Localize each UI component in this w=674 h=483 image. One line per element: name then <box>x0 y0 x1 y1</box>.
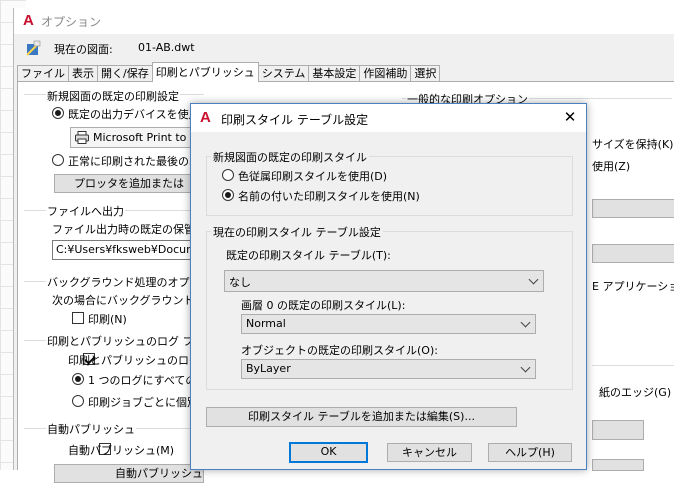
add-edit-style-table-button[interactable]: 印刷スタイル テーブルを追加または編集(S)... <box>206 407 517 427</box>
object-style-value: ByLayer <box>246 362 291 375</box>
radio-single-log[interactable] <box>72 373 84 385</box>
tab-open-save[interactable]: 開く/保存 <box>97 65 153 82</box>
autocad-logo-icon: A <box>200 109 211 126</box>
default-style-table-label: 既定の印刷スタイル テーブル(T): <box>226 249 391 262</box>
autocad-logo-icon: A <box>23 12 34 29</box>
divider <box>592 365 674 366</box>
radio-color-dependent[interactable] <box>222 169 234 181</box>
radio-use-default-device[interactable] <box>52 107 64 119</box>
ok-button[interactable]: OK <box>289 442 368 463</box>
close-icon[interactable]: ✕ <box>561 108 579 126</box>
object-style-select[interactable]: ByLayer <box>241 359 536 379</box>
file-output-title: ファイルへ出力 <box>46 203 125 219</box>
printer-icon <box>75 131 89 144</box>
layer0-style-select[interactable]: Normal <box>241 314 536 334</box>
tab-plot-publish[interactable]: 印刷とパブリッシュ <box>151 62 259 82</box>
tab-files[interactable]: ファイル <box>17 65 69 82</box>
new-drawing-style-group <box>206 156 573 216</box>
radio-use-default-device-label: 既定の出力デバイスを使用 <box>68 108 200 121</box>
auto-publish-title: 自動パブリッシュ <box>46 421 136 437</box>
dialog-title: 印刷スタイル テーブル設定 <box>221 113 369 127</box>
radio-use-last-plot-label: 正常に印刷された最後の印 <box>68 155 200 168</box>
file-output-location-label: ファイル出力時の既定の保管場 <box>52 223 206 236</box>
object-style-label: オブジェクトの既定の印刷スタイル(O): <box>241 344 438 357</box>
use-option-label: 使用(Z) <box>592 160 631 173</box>
right-panel-button-1[interactable] <box>592 199 674 218</box>
new-drawing-style-legend: 新規図面の既定の印刷スタイル <box>211 149 369 165</box>
output-device-select[interactable]: Microsoft Print to F <box>70 127 204 148</box>
tab-display[interactable]: 表示 <box>68 65 98 82</box>
radio-named-styles[interactable] <box>222 189 234 201</box>
radio-use-last-plot[interactable] <box>52 154 64 166</box>
radio-per-job-log[interactable] <box>72 395 84 407</box>
options-tabbar: ファイル 表示 開く/保存 印刷とパブリッシュ システム 基本設定 作図補助 選… <box>17 62 441 82</box>
tab-system[interactable]: システム <box>257 65 310 82</box>
add-plotter-button[interactable]: プロッタを追加または <box>54 174 204 193</box>
ole-application-label: E アプリケーションを <box>592 280 674 293</box>
layer0-style-value: Normal <box>246 317 286 330</box>
output-device-value: Microsoft Print to F <box>93 131 197 144</box>
tab-user-preferences[interactable]: 基本設定 <box>308 65 361 82</box>
file-output-path-field[interactable]: C:¥Users¥fksweb¥Documen <box>52 240 204 260</box>
plot-style-table-settings-dialog: A 印刷スタイル テーブル設定 ✕ 新規図面の既定の印刷スタイル 色従属印刷スタ… <box>190 103 587 470</box>
right-panel-button-2[interactable] <box>592 244 674 263</box>
layer0-style-label: 画層 0 の既定の印刷スタイル(L): <box>241 299 406 312</box>
default-style-table-value: なし <box>229 276 251 289</box>
paper-edge-label: 紙のエッジ(G) <box>599 386 672 399</box>
drawing-file-icon <box>26 40 41 56</box>
tab-drafting[interactable]: 作図補助 <box>359 65 412 82</box>
right-panel-button-4[interactable] <box>592 459 644 471</box>
chevron-down-icon <box>520 362 531 373</box>
check-background-plot-label: 印刷(N) <box>88 313 127 326</box>
help-button[interactable]: ヘルプ(H) <box>488 443 572 462</box>
keep-size-label: サイズを保持(K) <box>592 138 674 151</box>
current-drawing-name: 01-AB.dwt <box>138 41 195 54</box>
cancel-button[interactable]: キャンセル <box>387 443 472 462</box>
default-output-title: 新規図面の既定の印刷設定 <box>46 88 180 104</box>
radio-named-styles-label: 名前の付いた印刷スタイルを使用(N) <box>238 190 420 203</box>
right-panel-button-3[interactable] <box>592 420 644 440</box>
auto-publish-settings-button[interactable]: 自動パブリッシュ <box>54 464 204 483</box>
dialog-title-bar: A 印刷スタイル テーブル設定 ✕ <box>191 104 586 132</box>
current-drawing-label: 現在の図面: <box>54 43 113 56</box>
options-title-bar: A オプション <box>14 8 674 34</box>
radio-color-dependent-label: 色従属印刷スタイルを使用(D) <box>238 170 388 183</box>
current-style-table-legend: 現在の印刷スタイル テーブル設定 <box>211 224 383 240</box>
chevron-down-icon <box>528 274 539 285</box>
check-background-plot[interactable] <box>72 312 84 324</box>
chevron-down-icon <box>520 317 531 328</box>
options-title: オプション <box>41 15 102 29</box>
check-auto-publish-label: 自動パブリッシュ(M) <box>68 444 175 457</box>
tab-selection[interactable]: 選択 <box>410 65 441 82</box>
default-style-table-select[interactable]: なし <box>224 270 544 292</box>
